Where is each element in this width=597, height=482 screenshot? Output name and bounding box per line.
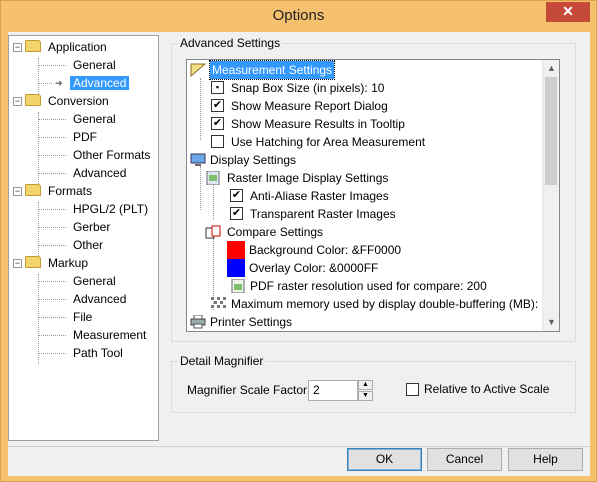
dialog-client: − Application General ➔ Advanced − Conve… <box>8 32 590 476</box>
compare-icon <box>205 225 221 239</box>
spin-up-icon[interactable]: ▲ <box>358 380 373 390</box>
blue-swatch-icon <box>227 259 245 277</box>
folder-open-icon <box>25 94 41 106</box>
tree-item-markup-file[interactable]: File <box>70 308 95 326</box>
red-swatch-icon <box>227 241 245 259</box>
checkbox-unchecked-icon[interactable] <box>211 135 224 148</box>
checkbox-checked-icon[interactable]: ✔ <box>230 189 243 202</box>
checkbox-checked-icon[interactable]: ✔ <box>230 207 243 220</box>
collapse-formats-icon[interactable]: − <box>13 187 22 196</box>
close-button[interactable]: ✕ <box>546 2 590 22</box>
tree-item-conversion-general[interactable]: General <box>70 110 119 128</box>
tree-item-markup-general[interactable]: General <box>70 272 119 290</box>
tree-item-application[interactable]: Application <box>25 38 110 56</box>
tree-item-formats-hpgl[interactable]: HPGL/2 (PLT) <box>70 200 151 218</box>
magnifier-scale-label: Magnifier Scale Factor: <box>187 383 311 397</box>
tree-item-formats-other[interactable]: Other <box>70 236 106 254</box>
scroll-up-icon[interactable]: ▲ <box>543 60 559 77</box>
button-bar-divider <box>8 446 590 447</box>
checkbox-checked-icon[interactable]: ✔ <box>211 117 224 130</box>
close-icon: ✕ <box>562 3 574 19</box>
window-title: Options <box>272 7 325 24</box>
settings-tree[interactable]: Measurement Settings ▪ Snap Box Size (in… <box>186 59 560 332</box>
advanced-settings-label: Advanced Settings <box>178 36 283 50</box>
tree-item-conversion-advanced[interactable]: Advanced <box>70 164 129 182</box>
tree-item-formats-gerber[interactable]: Gerber <box>70 218 113 236</box>
collapse-markup-icon[interactable]: − <box>13 259 22 268</box>
detail-magnifier-label: Detail Magnifier <box>178 354 266 368</box>
relative-to-active-scale-label[interactable]: Relative to Active Scale <box>424 382 549 396</box>
tree-item-markup[interactable]: Markup <box>25 254 91 272</box>
tree-item-formats[interactable]: Formats <box>25 182 95 200</box>
help-button[interactable]: Help <box>508 448 583 471</box>
collapse-conversion-icon[interactable]: − <box>13 97 22 106</box>
cancel-button[interactable]: Cancel <box>427 448 502 471</box>
snap-box-icon: ▪ <box>211 81 224 94</box>
tree-item-application-advanced[interactable]: Advanced <box>70 74 130 92</box>
checkbox-checked-icon[interactable]: ✔ <box>211 99 224 112</box>
ruler-icon <box>190 63 206 77</box>
folder-open-icon <box>25 40 41 52</box>
category-tree[interactable]: − Application General ➔ Advanced − Conve… <box>8 35 159 441</box>
options-window: Options ✕ − Application General ➔ Advanc… <box>0 0 597 482</box>
raster-image-icon <box>206 171 220 185</box>
folder-open-icon <box>25 184 41 196</box>
tree-item-conversion-pdf[interactable]: PDF <box>70 128 100 146</box>
tree-item-conversion-other-formats[interactable]: Other Formats <box>70 146 153 164</box>
settings-scrollbar[interactable]: ▲ ▼ <box>542 60 559 331</box>
tree-item-markup-path-tool[interactable]: Path Tool <box>70 344 126 362</box>
tree-item-markup-advanced[interactable]: Advanced <box>70 290 129 308</box>
monitor-icon <box>190 153 206 166</box>
arrow-right-icon: ➔ <box>55 78 63 88</box>
magnifier-scale-input[interactable]: 2 <box>308 380 358 401</box>
ok-button[interactable]: OK <box>347 448 422 471</box>
printer-icon <box>190 315 206 329</box>
memory-icon <box>211 297 226 308</box>
tree-item-application-general[interactable]: General <box>70 56 119 74</box>
spin-down-icon[interactable]: ▼ <box>358 391 373 401</box>
folder-open-icon <box>25 256 41 268</box>
scrollbar-thumb[interactable] <box>545 77 557 185</box>
collapse-application-icon[interactable]: − <box>13 43 22 52</box>
scroll-down-icon[interactable]: ▼ <box>543 314 559 331</box>
title-bar[interactable]: Options ✕ <box>1 1 596 31</box>
tree-item-conversion[interactable]: Conversion <box>25 92 112 110</box>
tree-item-markup-measurement[interactable]: Measurement <box>70 326 149 344</box>
pdf-raster-icon <box>231 279 245 293</box>
relative-to-active-scale-checkbox[interactable] <box>406 383 419 396</box>
